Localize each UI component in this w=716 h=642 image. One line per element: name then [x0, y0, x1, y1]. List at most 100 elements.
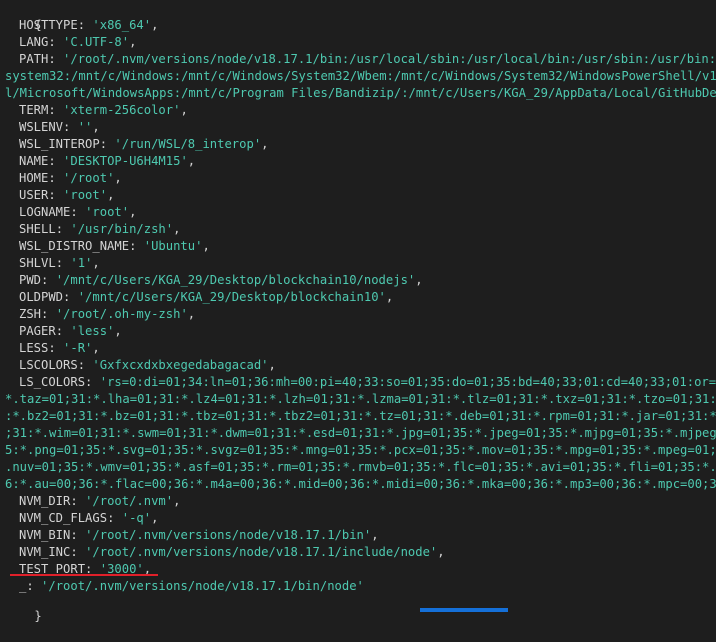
env-key: LSCOLORS — [19, 358, 78, 372]
env-entry-continuation: 5:*.png=01;35:*.svg=01;35:*.svgz=01;35:*… — [5, 442, 716, 459]
env-value: 'C.UTF-8' — [63, 35, 130, 49]
comma-separator: , — [187, 307, 196, 321]
env-value: 'root' — [85, 205, 130, 219]
env-entry-pager: PAGER: 'less', — [19, 323, 122, 340]
colon-separator: : — [41, 273, 56, 287]
env-key: OLDPWD — [19, 290, 64, 304]
env-entry-continuation: l/Microsoft/WindowsApps:/mnt/c/Program F… — [5, 85, 716, 102]
colon-separator: : — [70, 545, 86, 559]
env-value: .nuv=01;35:*.wmv=01;35:*.asf=01;35:*.rm=… — [5, 460, 716, 474]
env-value: '/root/.nvm/versions/node/v18.17.1/bin/n… — [41, 579, 364, 593]
env-value: l/Microsoft/WindowsApps:/mnt/c/Program F… — [5, 86, 716, 100]
comma-separator: , — [151, 18, 159, 32]
env-key: WSLENV — [19, 120, 64, 134]
env-entry-pwd: PWD: '/mnt/c/Users/KGA_29/Desktop/blockc… — [19, 272, 423, 289]
colon-separator: : — [48, 188, 64, 202]
env-entry-nvm-dir: NVM_DIR: '/root/.nvm', — [19, 493, 180, 510]
comma-separator: , — [92, 341, 100, 355]
open-brace: { — [34, 18, 42, 32]
env-entry-shell: SHELL: '/usr/bin/zsh', — [19, 221, 180, 238]
env-key: LANG — [19, 35, 49, 49]
env-entry-shlvl: SHLVL: '1', — [19, 255, 100, 272]
comma-separator: , — [180, 103, 188, 117]
env-entry-oldpwd: OLDPWD: '/mnt/c/Users/KGA_29/Desktop/blo… — [19, 289, 393, 306]
env-value: '/root/.nvm' — [85, 494, 174, 508]
colon-separator: : — [48, 103, 64, 117]
env-value: 'Ubuntu' — [143, 239, 203, 253]
env-entry-hosttype: HOSTTYPE: 'x86_64', — [19, 17, 158, 34]
comma-separator: , — [114, 171, 122, 185]
env-value: 'Gxfxcxdxbxegedabagacad' — [92, 358, 269, 372]
env-value: '1' — [70, 256, 93, 270]
comma-separator: , — [385, 290, 394, 304]
colon-separator: : — [129, 239, 144, 253]
colon-separator: : — [48, 341, 64, 355]
colon-separator: : — [63, 290, 78, 304]
comma-separator: , — [92, 120, 100, 134]
env-value: 'xterm-256color' — [63, 103, 181, 117]
colon-separator: : — [70, 528, 86, 542]
env-value: 'x86_64' — [92, 18, 152, 32]
close-brace: } — [34, 609, 42, 623]
env-entry-nvm-cd-flags: NVM_CD_FLAGS: '-q', — [19, 510, 158, 527]
env-key: PATH — [19, 52, 49, 66]
env-value: '/mnt/c/Users/KGA_29/Desktop/blockchain1… — [77, 290, 386, 304]
env-key: NAME — [19, 154, 49, 168]
env-key: NVM_CD_FLAGS — [19, 511, 108, 525]
env-entry-nvm-bin: NVM_BIN: '/root/.nvm/versions/node/v18.1… — [19, 527, 379, 544]
colon-separator: : — [99, 137, 115, 151]
env-entry-term: TERM: 'xterm-256color', — [19, 102, 188, 119]
env-value: '/root' — [63, 171, 115, 185]
env-entry-less: LESS: '-R', — [19, 340, 100, 357]
env-value: :*.bz2=01;31:*.bz=01;31:*.tbz=01;31:*.tb… — [5, 409, 716, 423]
env-entry-wslenv: WSLENV: '', — [19, 119, 100, 136]
env-value: '' — [77, 120, 93, 134]
horizontal-scrollbar-thumb[interactable] — [420, 608, 508, 612]
env-entry-lscolors: LSCOLORS: 'Gxfxcxdxbxegedabagacad', — [19, 357, 276, 374]
comma-separator: , — [415, 273, 423, 287]
env-key: PWD — [19, 273, 42, 287]
colon-separator: : — [85, 375, 100, 389]
env-value: '/run/WSL/8_interop' — [114, 137, 262, 151]
env-key: ZSH — [19, 307, 42, 321]
comma-separator: , — [92, 256, 100, 270]
env-key: PAGER — [19, 324, 56, 338]
env-key: NVM_DIR — [19, 494, 71, 508]
comma-separator: , — [129, 205, 137, 219]
env-value: 'rs=0:di=01;34:ln=01;36:mh=00:pi=40;33:s… — [99, 375, 716, 389]
env-value: '/root/.nvm/versions/node/v18.17.1/bin:/… — [63, 52, 716, 66]
terminal-output[interactable]: { HOSTTYPE: 'x86_64', LANG: 'C.UTF-8', PAT… — [0, 0, 716, 623]
env-entry-wsl-interop: WSL_INTEROP: '/run/WSL/8_interop', — [19, 136, 269, 153]
colon-separator: : — [70, 205, 86, 219]
env-key: WSL_INTEROP — [19, 137, 100, 151]
env-key: USER — [19, 188, 49, 202]
env-key: SHELL — [19, 222, 56, 236]
colon-separator: : — [55, 256, 71, 270]
comma-separator: , — [173, 222, 181, 236]
colon-separator: : — [48, 52, 64, 66]
env-key: NVM_BIN — [19, 528, 71, 542]
comma-separator: , — [371, 528, 379, 542]
env-entry-name: NAME: 'DESKTOP-U6H4M15', — [19, 153, 195, 170]
colon-separator: : — [48, 154, 64, 168]
env-value: 'DESKTOP-U6H4M15' — [63, 154, 188, 168]
env-value: 'root' — [63, 188, 108, 202]
env-entry-user: USER: 'root', — [19, 187, 114, 204]
env-value: '/usr/bin/zsh' — [70, 222, 174, 236]
env-key: HOME — [19, 171, 49, 185]
env-key: LS_COLORS — [19, 375, 86, 389]
env-value: '/root/.nvm/versions/node/v18.17.1/inclu… — [85, 545, 438, 559]
env-value: '/mnt/c/Users/KGA_29/Desktop/blockchain1… — [55, 273, 416, 287]
env-entry-nvm-inc: NVM_INC: '/root/.nvm/versions/node/v18.1… — [19, 544, 445, 561]
env-entry-lang: LANG: 'C.UTF-8', — [19, 34, 136, 51]
env-value: system32:/mnt/c/Windows:/mnt/c/Windows/S… — [5, 69, 716, 83]
colon-separator: : — [55, 324, 71, 338]
comma-separator: , — [437, 545, 445, 559]
comma-separator: , — [114, 324, 122, 338]
env-entry-home: HOME: '/root', — [19, 170, 122, 187]
env-value: '/root/.oh-my-zsh' — [55, 307, 188, 321]
env-key: LOGNAME — [19, 205, 71, 219]
env-value: 5:*.png=01;35:*.svg=01;35:*.svgz=01;35:*… — [5, 443, 716, 457]
env-entry-continuation: :*.bz2=01;31:*.bz=01;31:*.tbz=01;31:*.tb… — [5, 408, 716, 425]
comma-separator: , — [187, 154, 196, 168]
